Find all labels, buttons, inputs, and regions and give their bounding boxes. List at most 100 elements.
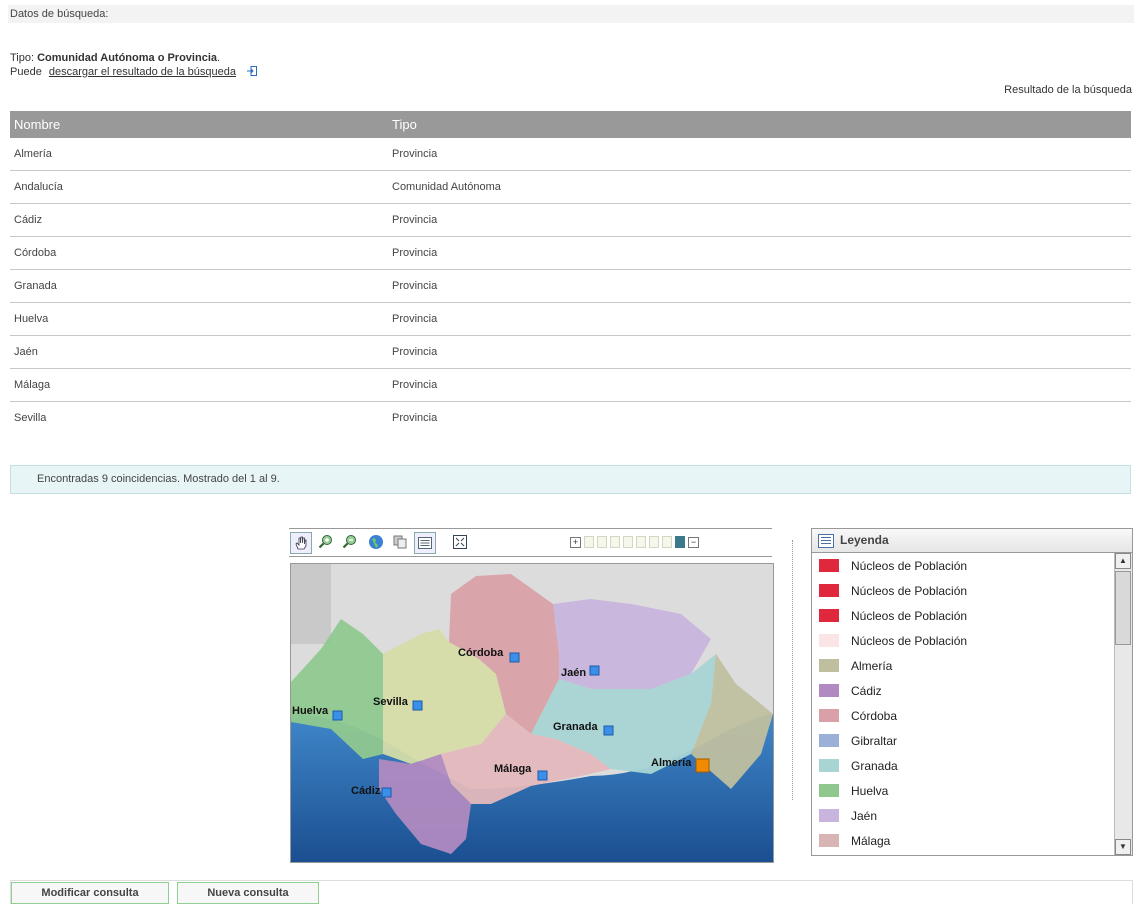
results-table: Nombre Tipo Almería Provincia Andalucía Co… [10,111,1131,434]
search-result-label: Resultado de la búsqueda [1004,84,1132,96]
pan-hand-icon[interactable] [290,532,312,554]
zoom-slider[interactable]: + − [570,536,699,548]
map-marker-cadiz[interactable] [381,787,392,798]
copy-icon[interactable] [390,532,410,552]
legend-item-label: Núcleos de Población [851,633,968,648]
legend-item: Córdoba [812,703,1104,728]
table-row[interactable]: Málaga Provincia [10,368,1131,402]
scroll-up-arrow-icon[interactable]: ▲ [1115,553,1131,569]
legend-scrollbar[interactable]: ▲ ▼ [1114,553,1132,855]
table-row[interactable]: Sevilla Provincia [10,402,1131,435]
cell-tipo: Provincia [392,412,438,424]
search-type-value: Comunidad Autónoma o Provincia [37,52,217,64]
zoom-out-icon[interactable] [340,532,360,552]
zoom-level[interactable] [584,536,594,548]
legend-swatch [819,809,839,822]
cell-tipo: Provincia [388,203,1131,237]
fullscreen-icon[interactable] [450,532,470,552]
map-marker-granada[interactable] [603,725,614,736]
cell-tipo: Provincia [388,236,1131,270]
legend-item-label: Cádiz [851,683,882,698]
legend-item-label: Huelva [851,783,889,798]
zoom-level[interactable] [662,536,672,548]
legend-item: Núcleos de Población [812,603,1104,628]
legend-item-label: Núcleos de Población [851,608,968,623]
zoom-level-selected[interactable] [675,536,685,548]
table-row[interactable]: Granada Provincia [10,269,1131,303]
legend-swatch [819,684,839,697]
legend-panel: Leyenda Núcleos de Población Núcleos de … [811,528,1133,856]
scrollbar-thumb[interactable] [1115,571,1131,645]
search-type-line: Tipo: Comunidad Autónoma o Provincia. [10,52,220,64]
map-toolbar: + − [289,528,772,557]
table-row[interactable]: Córdoba Provincia [10,236,1131,270]
cell-nombre: Cádiz [10,203,388,237]
search-type-prefix: Tipo: [10,52,35,64]
zoom-level[interactable] [597,536,607,548]
map-marker-malaga[interactable] [537,770,548,781]
download-line: Puede descargar el resultado de la búsqu… [10,66,258,78]
download-result-link[interactable]: descargar el resultado de la búsqueda [49,66,236,78]
zoom-level[interactable] [636,536,646,548]
map-label-cadiz: Cádiz [351,785,381,797]
table-row[interactable]: Cádiz Provincia [10,203,1131,237]
download-prefix: Puede [10,66,42,78]
map-marker-cordoba[interactable] [509,652,520,663]
map-label-cordoba: Córdoba [458,647,504,659]
map-marker-sevilla[interactable] [412,700,423,711]
legend-swatch [819,609,839,622]
new-query-button[interactable]: Nueva consulta [177,882,319,904]
table-row[interactable]: Huelva Provincia [10,302,1131,336]
legend-list: Núcleos de Población Núcleos de Població… [812,553,1104,855]
legend-item: Jaén [812,803,1104,828]
cell-tipo: Provincia [388,368,1131,402]
legend-item-label: Núcleos de Población [851,583,968,598]
legend-swatch [819,734,839,747]
legend-item: Málaga [812,828,1104,853]
zoom-in-icon[interactable] [316,532,336,552]
scroll-down-arrow-icon[interactable]: ▼ [1115,839,1131,855]
table-row[interactable]: Almería Provincia [10,138,1131,171]
zoom-level[interactable] [623,536,633,548]
legend-item-label: Málaga [851,833,891,848]
zoom-plus-button[interactable]: + [570,536,581,548]
cell-nombre: Málaga [10,368,388,402]
legend-swatch [819,709,839,722]
search-data-header: Datos de búsqueda: [8,5,1134,23]
map-label-malaga: Málaga [494,763,532,775]
zoom-minus-button[interactable]: − [688,536,699,548]
legend-item-label: Granada [851,758,898,773]
map-view[interactable]: Córdoba Jaén Huelva Sevilla Granada Alme… [290,563,774,863]
map-marker-huelva[interactable] [332,710,343,721]
modify-query-button[interactable]: Modificar consulta [11,882,169,904]
export-icon[interactable] [247,66,258,76]
zoom-level[interactable] [649,536,659,548]
cell-tipo: Provincia [388,335,1131,369]
map-canvas[interactable]: Córdoba Jaén Huelva Sevilla Granada Alme… [291,564,773,862]
cell-nombre: Sevilla [14,412,47,424]
cell-nombre: Córdoba [10,236,388,270]
legend-item: Almería [812,653,1104,678]
map-marker-almeria-selected[interactable] [695,758,710,773]
table-row[interactable]: Jaén Provincia [10,335,1131,369]
legend-item: Huelva [812,778,1104,803]
cell-nombre: Almería [10,138,388,171]
table-row[interactable]: Andalucía Comunidad Autónoma [10,170,1131,204]
zoom-level[interactable] [610,536,620,548]
map-label-huelva: Huelva [292,705,329,717]
cell-tipo: Provincia [388,138,1131,171]
cell-tipo: Provincia [388,302,1131,336]
cell-nombre: Jaén [10,335,388,369]
legend-header[interactable]: Leyenda [812,529,1132,553]
legend-item: Núcleos de Población [812,553,1104,578]
globe-icon[interactable] [366,532,386,552]
column-header-tipo[interactable]: Tipo [388,111,1131,138]
legend-swatch [819,834,839,847]
map-marker-jaen[interactable] [589,665,600,676]
list-icon[interactable] [414,532,436,554]
legend-title: Leyenda [840,533,889,547]
column-header-nombre[interactable]: Nombre [10,111,388,138]
legend-item-label: Núcleos de Población [851,558,968,573]
cell-nombre: Granada [10,269,388,303]
panel-divider [792,540,793,800]
